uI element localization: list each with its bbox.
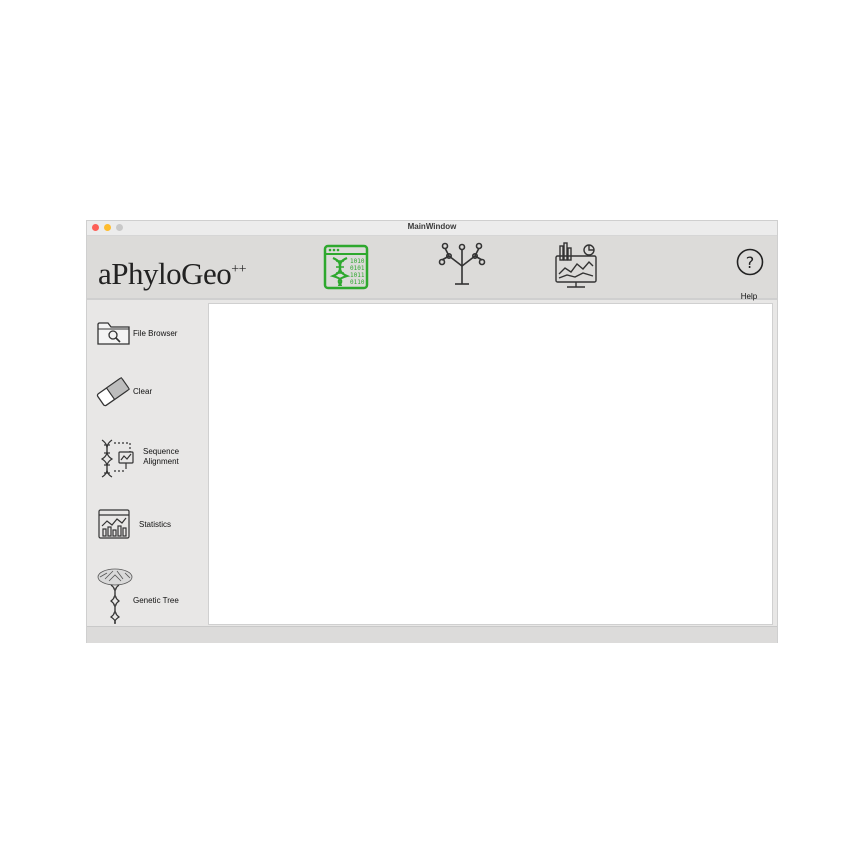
statistics-icon: [98, 509, 130, 539]
main-window: MainWindow aPhyloGeo++ 1010 0101 1011 01…: [87, 221, 777, 643]
app-logo-superscript: ++: [231, 262, 247, 277]
svg-text:?: ?: [746, 253, 755, 272]
sequence-alignment-icon: [100, 439, 134, 478]
sidebar-item-label: Statistics: [139, 520, 172, 529]
app-logo: aPhyloGeo++: [98, 258, 247, 289]
phylogenetic-tree-button[interactable]: [437, 242, 487, 288]
main-content-area[interactable]: [208, 303, 773, 625]
svg-text:1011: 1011: [350, 272, 365, 279]
help-icon: ?: [736, 248, 764, 276]
dna-sequence-button[interactable]: 1010 0101 1011 0110: [323, 244, 369, 290]
sidebar-item-clear[interactable]: Clear: [87, 362, 205, 424]
sidebar-item-sequence-alignment[interactable]: Sequence Alignment: [87, 424, 205, 498]
status-bar: [87, 626, 777, 643]
sidebar-item-label: Clear: [133, 387, 153, 396]
svg-text:0110: 0110: [350, 279, 365, 286]
sidebar: File Browser Clear Sequence Alignment St…: [87, 300, 205, 626]
statistics-dashboard-icon: [555, 242, 597, 288]
window-title: MainWindow: [407, 222, 457, 231]
sidebar-item-label: Genetic Tree: [133, 596, 179, 605]
sidebar-item-label: File Browser: [133, 329, 178, 338]
sidebar-item-file-browser[interactable]: File Browser: [87, 300, 205, 362]
toolbar: aPhyloGeo++ 1010 0101 1011 0110 ? Help: [87, 236, 777, 301]
folder-search-icon: [97, 322, 130, 345]
eraser-icon: [96, 376, 130, 407]
genetic-tree-icon: [97, 568, 133, 625]
app-logo-text: aPhyloGeo: [98, 256, 232, 291]
svg-text:1010: 1010: [350, 258, 365, 265]
phylogenetic-tree-icon: [438, 242, 486, 285]
help-label: Help: [740, 292, 758, 301]
help-button[interactable]: ?: [736, 248, 764, 276]
title-bar: MainWindow: [87, 221, 777, 236]
sidebar-item-statistics[interactable]: Statistics: [87, 498, 205, 558]
sidebar-item-label: Sequence Alignment: [142, 447, 180, 466]
dna-sequence-icon: 1010 0101 1011 0110: [323, 244, 369, 290]
svg-text:0101: 0101: [350, 265, 365, 272]
sidebar-item-genetic-tree[interactable]: Genetic Tree: [87, 565, 205, 626]
statistics-dashboard-button[interactable]: [553, 242, 599, 290]
